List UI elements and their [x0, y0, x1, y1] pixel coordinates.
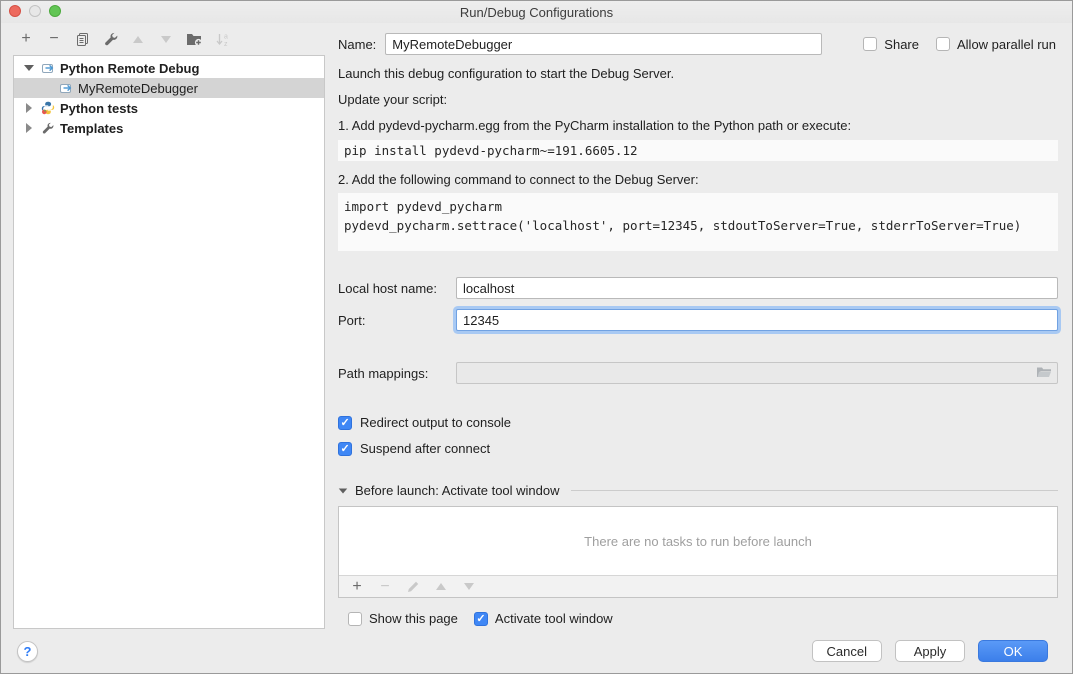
show-this-page-label: Show this page: [369, 611, 458, 626]
configurations-tree: Python Remote Debug MyRemoteDebugger Pyt…: [13, 55, 325, 629]
before-launch-header[interactable]: Before launch: Activate tool window: [338, 483, 1058, 498]
redirect-output-checkbox[interactable]: [338, 416, 352, 430]
tree-item-python-tests[interactable]: Python tests: [14, 98, 324, 118]
path-mappings-label: Path mappings:: [338, 366, 456, 381]
browse-folder-icon[interactable]: [1036, 366, 1052, 382]
dialog-footer: ? Cancel Apply OK: [1, 629, 1072, 673]
redirect-output-label: Redirect output to console: [360, 415, 511, 430]
remove-task-icon: −: [377, 579, 393, 595]
share-checkbox[interactable]: [863, 37, 877, 51]
edit-defaults-wrench-icon[interactable]: [102, 31, 118, 47]
move-up-icon: [130, 31, 146, 47]
before-launch-empty-text: There are no tasks to run before launch: [339, 507, 1057, 575]
new-folder-icon[interactable]: [186, 31, 202, 47]
tree-toolbar: + − az: [1, 23, 338, 55]
section-collapse-arrow-icon[interactable]: [339, 488, 348, 493]
share-label: Share: [884, 37, 919, 52]
add-task-icon[interactable]: +: [349, 579, 365, 595]
tree-item-label: Python tests: [60, 101, 138, 116]
move-down-icon: [158, 31, 174, 47]
move-task-up-icon: [433, 579, 449, 595]
allow-parallel-run-label: Allow parallel run: [957, 37, 1056, 52]
edit-task-pencil-icon: [405, 579, 421, 595]
allow-parallel-checkbox-wrap: Allow parallel run: [936, 37, 1056, 52]
copy-configuration-icon[interactable]: [74, 31, 90, 47]
show-this-page-wrap: Show this page: [348, 611, 458, 626]
remote-debug-icon: [58, 81, 73, 95]
intro-text: Launch this debug configuration to start…: [338, 66, 1058, 81]
suspend-after-connect-label: Suspend after connect: [360, 441, 490, 456]
path-mappings-row: Path mappings:: [338, 362, 1058, 384]
tree-item-python-remote-debug[interactable]: Python Remote Debug: [14, 58, 324, 78]
move-task-down-icon: [461, 579, 477, 595]
name-label: Name:: [338, 37, 376, 52]
before-launch-title: Before launch: Activate tool window: [355, 483, 560, 498]
redirect-output-row: Redirect output to console: [338, 415, 1058, 430]
name-input[interactable]: [385, 33, 822, 55]
host-row: Local host name:: [338, 277, 1058, 299]
add-configuration-icon[interactable]: +: [18, 31, 34, 47]
step2-text: 2. Add the following command to connect …: [338, 172, 1058, 187]
before-launch-panel: There are no tasks to run before launch …: [338, 506, 1058, 598]
tree-item-label: MyRemoteDebugger: [78, 81, 198, 96]
window-title: Run/Debug Configurations: [460, 5, 613, 20]
local-host-name-input[interactable]: [456, 277, 1058, 299]
update-script-text: Update your script:: [338, 92, 1058, 107]
cancel-button[interactable]: Cancel: [812, 640, 882, 662]
settrace-code-block: import pydevd_pycharm pydevd_pycharm.set…: [338, 193, 1058, 251]
tree-item-label: Python Remote Debug: [60, 61, 199, 76]
templates-wrench-icon: [40, 121, 55, 135]
remove-configuration-icon[interactable]: −: [46, 31, 62, 47]
collapse-arrow-icon[interactable]: [22, 103, 35, 113]
activate-tool-window-label: Activate tool window: [495, 611, 613, 626]
tree-item-myremotedebugger[interactable]: MyRemoteDebugger: [14, 78, 324, 98]
page-options-row: Show this page Activate tool window: [338, 611, 1058, 626]
tree-item-label: Templates: [60, 121, 123, 136]
remote-debug-icon: [40, 61, 55, 75]
configurations-sidebar: + − az Python Remote Debu: [1, 23, 338, 673]
port-row: Port:: [338, 309, 1058, 331]
traffic-lights: [9, 5, 61, 17]
configuration-editor: Name: Share Allow parallel run Launch th…: [338, 23, 1058, 626]
svg-text:z: z: [224, 41, 228, 47]
step1-text: 1. Add pydevd-pycharm.egg from the PyCha…: [338, 118, 1058, 133]
path-mappings-field[interactable]: [456, 362, 1058, 384]
close-window-button[interactable]: [9, 5, 21, 17]
minimize-window-button: [29, 5, 41, 17]
activate-tool-window-checkbox[interactable]: [474, 612, 488, 626]
allow-parallel-run-checkbox[interactable]: [936, 37, 950, 51]
activate-tool-window-wrap: Activate tool window: [474, 611, 613, 626]
svg-text:a: a: [224, 33, 228, 40]
code-line-1: import pydevd_pycharm: [344, 199, 502, 214]
expand-arrow-icon[interactable]: [22, 65, 35, 71]
port-input[interactable]: [456, 309, 1058, 331]
zoom-window-button[interactable]: [49, 5, 61, 17]
show-this-page-checkbox[interactable]: [348, 612, 362, 626]
pip-install-command: pip install pydevd-pycharm~=191.6605.12: [338, 140, 1058, 161]
name-row: Name: Share Allow parallel run: [338, 33, 1058, 55]
share-checkbox-wrap: Share: [863, 37, 919, 52]
run-debug-configurations-dialog: Run/Debug Configurations + − az: [0, 0, 1073, 674]
collapse-arrow-icon[interactable]: [22, 123, 35, 133]
titlebar: Run/Debug Configurations: [1, 1, 1072, 23]
ok-button[interactable]: OK: [978, 640, 1048, 662]
suspend-after-connect-checkbox[interactable]: [338, 442, 352, 456]
help-button[interactable]: ?: [17, 641, 38, 662]
section-rule: [571, 490, 1058, 491]
code-line-2: pydevd_pycharm.settrace('localhost', por…: [344, 218, 1021, 233]
before-launch-toolbar: + −: [339, 575, 1057, 597]
tree-item-templates[interactable]: Templates: [14, 118, 324, 138]
host-label: Local host name:: [338, 281, 456, 296]
python-tests-icon: [40, 101, 55, 115]
suspend-after-connect-row: Suspend after connect: [338, 441, 1058, 456]
port-label: Port:: [338, 313, 456, 328]
apply-button[interactable]: Apply: [895, 640, 965, 662]
sort-alphabetically-icon: az: [214, 31, 230, 47]
